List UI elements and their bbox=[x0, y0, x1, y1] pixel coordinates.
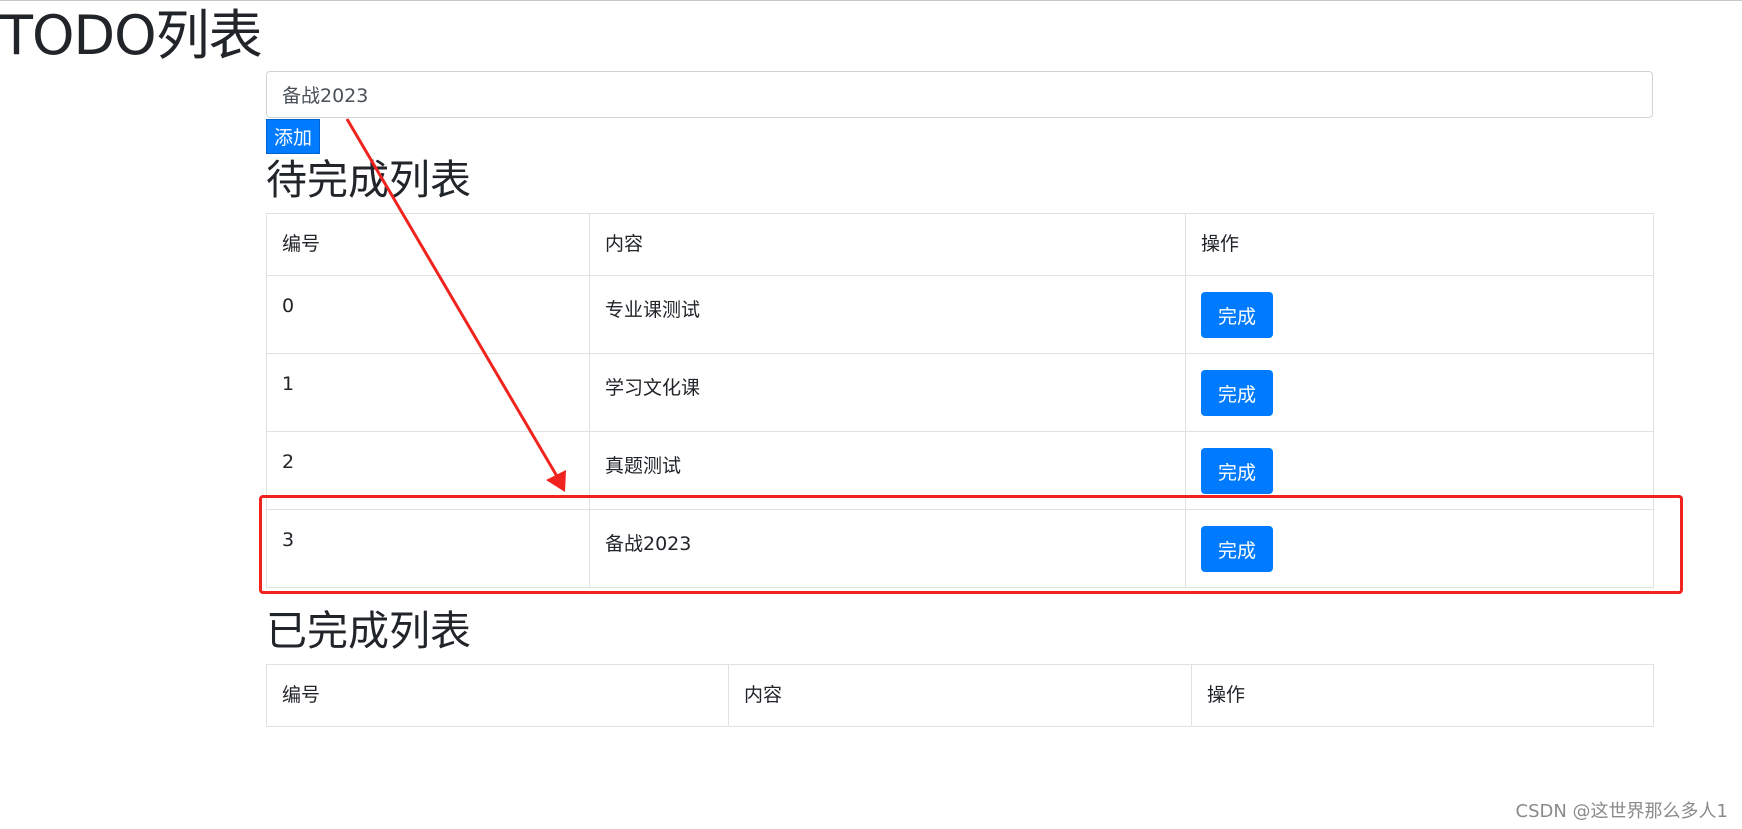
completed-table-header-row: 编号 内容 操作 bbox=[266, 664, 1654, 727]
column-header-content: 内容 bbox=[728, 664, 1192, 727]
row-action-cell: 完成 bbox=[1185, 275, 1654, 354]
table-row: 2 真题测试 完成 bbox=[266, 431, 1654, 510]
pending-table: 编号 内容 操作 0 专业课测试 完成 1 学习文化课 完成 2 真题测试 完成 bbox=[266, 213, 1654, 588]
row-id: 2 bbox=[266, 431, 590, 510]
column-header-action: 操作 bbox=[1191, 664, 1654, 727]
complete-button[interactable]: 完成 bbox=[1201, 370, 1273, 416]
page-title: TODO列表 bbox=[0, 4, 263, 67]
page: TODO列表 添加 待完成列表 编号 内容 操作 0 专业课测试 完成 1 学习… bbox=[0, 0, 1742, 829]
column-header-id: 编号 bbox=[266, 213, 590, 276]
complete-button[interactable]: 完成 bbox=[1201, 526, 1273, 572]
column-header-action: 操作 bbox=[1185, 213, 1654, 276]
table-row: 3 备战2023 完成 bbox=[266, 509, 1654, 588]
column-header-content: 内容 bbox=[589, 213, 1186, 276]
row-id: 3 bbox=[266, 509, 590, 588]
top-border bbox=[0, 0, 1742, 1]
row-content: 专业课测试 bbox=[589, 275, 1186, 354]
completed-table: 编号 内容 操作 bbox=[266, 664, 1654, 727]
complete-button[interactable]: 完成 bbox=[1201, 448, 1273, 494]
row-content: 真题测试 bbox=[589, 431, 1186, 510]
row-content: 学习文化课 bbox=[589, 353, 1186, 432]
complete-button[interactable]: 完成 bbox=[1201, 292, 1273, 338]
row-action-cell: 完成 bbox=[1185, 353, 1654, 432]
table-row: 0 专业课测试 完成 bbox=[266, 275, 1654, 354]
pending-section-title: 待完成列表 bbox=[266, 156, 471, 204]
todo-input[interactable] bbox=[266, 71, 1653, 118]
add-button[interactable]: 添加 bbox=[266, 119, 320, 154]
pending-table-header-row: 编号 内容 操作 bbox=[266, 213, 1654, 276]
completed-section-title: 已完成列表 bbox=[266, 607, 471, 655]
row-content: 备战2023 bbox=[589, 509, 1186, 588]
row-id: 1 bbox=[266, 353, 590, 432]
row-action-cell: 完成 bbox=[1185, 509, 1654, 588]
watermark: CSDN @这世界那么多人1 bbox=[1515, 801, 1729, 822]
column-header-id: 编号 bbox=[266, 664, 729, 727]
row-id: 0 bbox=[266, 275, 590, 354]
table-row: 1 学习文化课 完成 bbox=[266, 353, 1654, 432]
row-action-cell: 完成 bbox=[1185, 431, 1654, 510]
